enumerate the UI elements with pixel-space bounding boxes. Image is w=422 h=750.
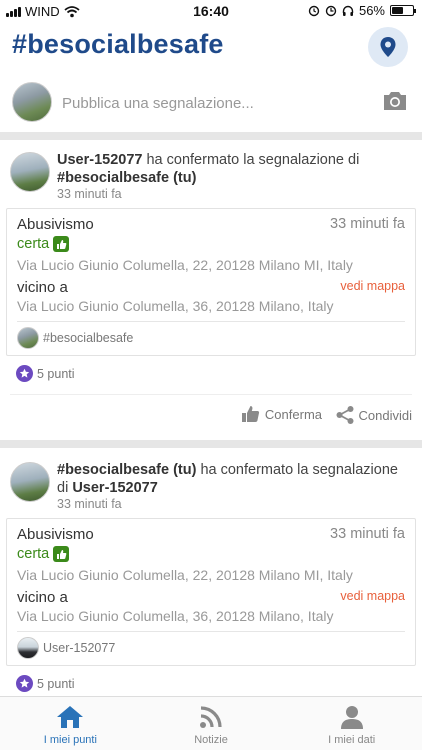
timestamp: 33 minuti fa — [57, 497, 122, 511]
near-label: vicino a — [17, 589, 68, 606]
feed-item-text: #besocialbesafe (tu) ha confermato la se… — [57, 462, 398, 496]
report-time: 33 minuti fa — [330, 526, 405, 542]
thumbs-up-icon — [241, 406, 259, 422]
camera-icon — [384, 92, 406, 110]
view-map-link[interactable]: vedi mappa — [340, 589, 405, 603]
actor-link[interactable]: User-152077 — [57, 152, 142, 168]
clock-icon — [325, 5, 337, 16]
target-link[interactable]: User-152077 — [72, 480, 157, 496]
thumbs-up-icon — [53, 236, 70, 252]
camera-button[interactable] — [382, 90, 408, 117]
divider — [17, 321, 405, 322]
target-link[interactable]: #besocialbesafe (tu) — [57, 170, 196, 186]
status-badge: certa — [17, 546, 70, 562]
app-header: #besocialbesafe — [0, 22, 422, 74]
feed-actions: Conferma Condividi — [10, 394, 412, 434]
near-address: Via Lucio Giunio Columella, 36, 20128 Mi… — [17, 298, 334, 314]
avatar[interactable] — [10, 462, 50, 502]
tab-news[interactable]: Notizie — [141, 697, 282, 750]
feed-item: #besocialbesafe (tu) ha confermato la se… — [0, 450, 422, 704]
tab-bar: I miei punti Notizie I miei dati — [0, 696, 422, 750]
report-address: Via Lucio Giunio Columella, 22, 20128 Mi… — [17, 567, 353, 583]
report-card[interactable]: Abusivismo 33 minuti fa certa Via Lucio … — [6, 208, 416, 356]
confirm-button[interactable]: Conferma — [241, 405, 322, 423]
map-button[interactable] — [368, 27, 408, 67]
near-address: Via Lucio Giunio Columella, 36, 20128 Mi… — [17, 608, 334, 624]
tab-my-points[interactable]: I miei punti — [0, 697, 141, 750]
battery-icon — [390, 5, 416, 16]
thumbs-up-icon — [53, 546, 70, 562]
divider — [17, 631, 405, 632]
report-input[interactable] — [62, 92, 352, 114]
divider — [0, 440, 422, 448]
battery-percent: 56% — [358, 3, 385, 18]
points-value: 5 punti — [37, 366, 75, 381]
composer — [0, 78, 422, 132]
status-badge: certa — [17, 236, 70, 252]
rss-icon — [200, 706, 222, 728]
feed-item-header: #besocialbesafe (tu) ha confermato la se… — [0, 450, 422, 511]
avatar[interactable] — [10, 152, 50, 192]
avatar — [17, 327, 39, 349]
headphones-icon — [342, 5, 354, 16]
alarm-icon — [308, 5, 320, 16]
timestamp: 33 minuti fa — [57, 187, 122, 201]
feed-item-text: User-152077 ha confermato la segnalazion… — [57, 152, 360, 186]
report-type: Abusivismo — [17, 526, 94, 543]
status-right: 56% — [308, 3, 416, 18]
page-title: #besocialbesafe — [12, 29, 224, 59]
report-author[interactable]: #besocialbesafe — [17, 327, 133, 349]
star-icon — [16, 365, 33, 382]
report-time: 33 minuti fa — [330, 216, 405, 232]
points-row: 5 punti — [0, 356, 422, 394]
user-icon — [340, 706, 363, 729]
avatar[interactable] — [12, 82, 52, 122]
share-icon — [336, 406, 354, 424]
feed-item: User-152077 ha confermato la segnalazion… — [0, 140, 422, 434]
avatar — [17, 637, 39, 659]
report-card[interactable]: Abusivismo 33 minuti fa certa Via Lucio … — [6, 518, 416, 666]
near-label: vicino a — [17, 279, 68, 296]
home-icon — [57, 706, 84, 728]
points-value: 5 punti — [37, 676, 75, 691]
star-icon — [16, 675, 33, 692]
divider — [0, 132, 422, 140]
feed-item-header: User-152077 ha confermato la segnalazion… — [0, 140, 422, 201]
tab-my-data[interactable]: I miei dati — [281, 697, 422, 750]
report-address: Via Lucio Giunio Columella, 22, 20128 Mi… — [17, 257, 353, 273]
status-bar: WIND 16:40 56% — [0, 0, 422, 22]
location-pin-icon — [380, 37, 396, 57]
actor-link[interactable]: #besocialbesafe (tu) — [57, 462, 196, 478]
report-author[interactable]: User-152077 — [17, 637, 115, 659]
view-map-link[interactable]: vedi mappa — [340, 279, 405, 293]
report-type: Abusivismo — [17, 216, 94, 233]
share-button[interactable]: Condividi — [335, 405, 412, 425]
